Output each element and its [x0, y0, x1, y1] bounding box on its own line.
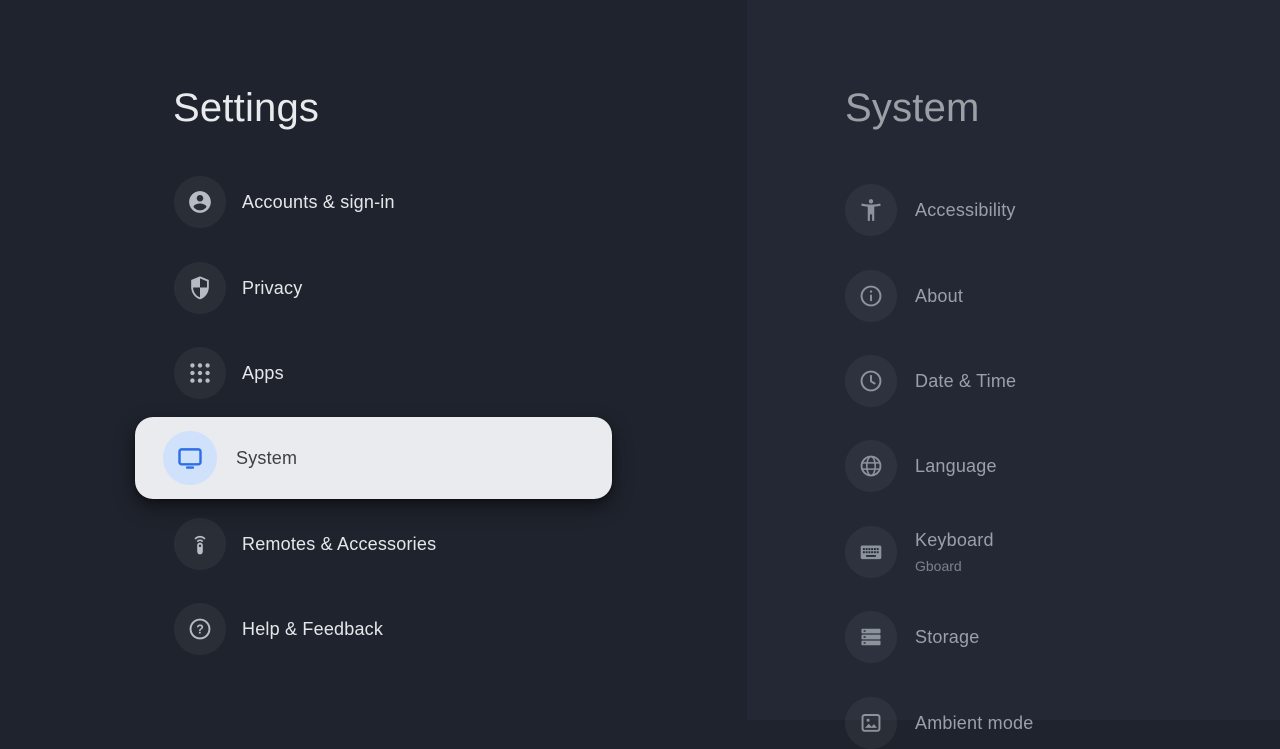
sidebar-item-label: Accounts & sign-in — [242, 191, 395, 212]
submenu-item-label: Date & Time — [915, 370, 1017, 391]
shield-icon — [174, 262, 226, 314]
sidebar-item-label: Remotes & Accessories — [242, 533, 437, 554]
submenu-panel: System Accessibility About Date & Time L… — [747, 0, 1280, 749]
sidebar-item-help[interactable]: ? Help & Feedback — [174, 603, 383, 655]
account-circle-icon — [174, 176, 226, 228]
sidebar-item-remotes[interactable]: Remotes & Accessories — [174, 518, 436, 570]
globe-icon — [845, 440, 897, 492]
keyboard-icon — [845, 526, 897, 578]
submenu-item-label: Storage — [915, 626, 980, 647]
submenu-item-sublabel: Gboard — [915, 558, 962, 574]
submenu-item-label: About — [915, 285, 964, 306]
ambient-mode-icon — [845, 697, 897, 749]
submenu-item-language[interactable]: Language — [845, 440, 997, 492]
sidebar-item-label: Apps — [242, 362, 284, 383]
page-title: Settings — [173, 86, 320, 130]
sidebar-item-apps[interactable]: Apps — [174, 347, 284, 399]
clock-icon — [845, 355, 897, 407]
submenu-item-about[interactable]: About — [845, 270, 963, 322]
sidebar-item-label: Privacy — [242, 277, 303, 298]
submenu-item-label: Accessibility — [915, 199, 1016, 220]
accessibility-icon — [845, 184, 897, 236]
settings-panel: Settings Accounts & sign-in Privacy Apps… — [0, 0, 747, 720]
tv-icon — [163, 431, 217, 485]
submenu-item-ambient-mode[interactable]: Ambient mode — [845, 697, 1033, 749]
sidebar-item-accounts[interactable]: Accounts & sign-in — [174, 176, 395, 228]
storage-icon — [845, 611, 897, 663]
submenu-item-keyboard[interactable]: Keyboard Gboard — [845, 521, 994, 583]
submenu-item-label: Ambient mode — [915, 712, 1034, 733]
submenu-item-date-time[interactable]: Date & Time — [845, 355, 1016, 407]
remote-icon — [174, 518, 226, 570]
submenu-item-label: Keyboard — [915, 530, 994, 550]
sidebar-item-privacy[interactable]: Privacy — [174, 262, 302, 314]
svg-text:?: ? — [196, 622, 204, 636]
submenu-item-accessibility[interactable]: Accessibility — [845, 184, 1016, 236]
submenu-item-storage[interactable]: Storage — [845, 611, 979, 663]
apps-grid-icon — [174, 347, 226, 399]
submenu-title: System — [845, 86, 980, 130]
sidebar-item-label: Help & Feedback — [242, 618, 384, 639]
help-icon: ? — [174, 603, 226, 655]
info-icon — [845, 270, 897, 322]
sidebar-item-system-selected[interactable]: System — [135, 417, 612, 499]
submenu-item-label: Language — [915, 455, 997, 476]
sidebar-item-label: System — [236, 447, 298, 468]
